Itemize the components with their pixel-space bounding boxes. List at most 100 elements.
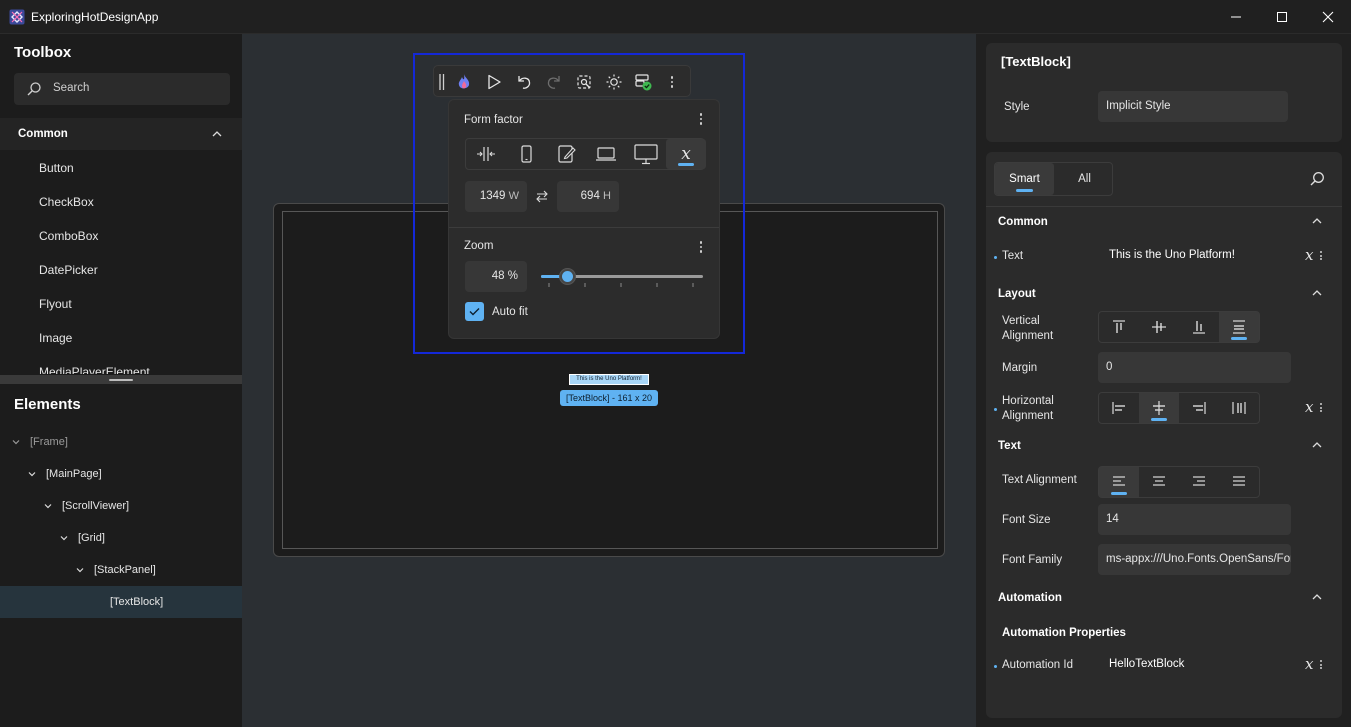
drag-handle-icon[interactable] [439, 74, 445, 90]
window-title: ExploringHotDesignApp [31, 10, 159, 24]
phone-icon [521, 145, 532, 163]
width-input[interactable]: 1349 W [465, 181, 527, 212]
text-align-justify-button[interactable] [1219, 467, 1259, 497]
automation-id-value[interactable]: HelloTextBlock [1109, 658, 1184, 670]
tree-item-frame[interactable]: [Frame] [0, 426, 242, 458]
toolbox-category-common[interactable]: Common [0, 118, 242, 150]
binding-x-icon[interactable]: x [1305, 398, 1313, 416]
chevron-down-icon[interactable] [76, 554, 86, 586]
valign-bottom-button[interactable] [1179, 312, 1219, 342]
close-button[interactable] [1305, 0, 1351, 34]
automation-properties-label: Automation Properties [1002, 627, 1126, 639]
more-options-icon[interactable] [670, 76, 674, 88]
form-factor-custom-button[interactable]: x [666, 139, 706, 169]
tab-smart[interactable]: Smart [995, 163, 1054, 195]
element-header-card: [TextBlock] Style Implicit Style [986, 43, 1342, 142]
undo-icon[interactable] [516, 74, 532, 90]
chevron-down-icon[interactable] [44, 490, 54, 522]
halign-left-button[interactable] [1099, 393, 1139, 423]
server-status-icon[interactable] [634, 73, 652, 91]
chevron-up-icon[interactable] [1311, 439, 1323, 451]
binding-x-icon[interactable]: x [1305, 655, 1313, 673]
toolbox-item-combobox[interactable]: ComboBox [0, 220, 196, 252]
zoom-more-icon[interactable] [699, 241, 703, 253]
redo-icon[interactable] [546, 74, 562, 90]
zoom-label: Zoom [464, 240, 494, 252]
height-input[interactable]: 694 H [557, 181, 619, 212]
checkmark-icon [469, 308, 480, 316]
property-more-icon[interactable] [1319, 403, 1323, 412]
properties-card: Smart All Common Text This is the Uno Pl… [986, 152, 1342, 718]
minimize-button[interactable] [1213, 0, 1259, 34]
chevron-down-icon[interactable] [60, 522, 70, 554]
align-top-icon [1113, 320, 1125, 333]
toolbox-item-mediaplayerelement[interactable]: MediaPlayerElement [0, 356, 196, 374]
valign-center-button[interactable] [1139, 312, 1179, 342]
autofit-checkbox[interactable] [465, 302, 484, 321]
halign-right-button[interactable] [1179, 393, 1219, 423]
form-factor-laptop-button[interactable] [586, 139, 626, 169]
halign-center-button[interactable] [1139, 393, 1179, 423]
property-more-icon[interactable] [1319, 660, 1323, 669]
modified-indicator [994, 256, 997, 259]
elements-tree: [Frame] [MainPage] [ScrollViewer] [Grid]… [0, 426, 242, 626]
valign-stretch-button[interactable] [1219, 312, 1259, 342]
tree-item-stackpanel[interactable]: [StackPanel] [0, 554, 242, 586]
toolbox-search-input[interactable]: Search [14, 73, 230, 105]
text-align-right-button[interactable] [1179, 467, 1219, 497]
title-bar: ExploringHotDesignApp [0, 0, 1351, 34]
tree-item-mainpage[interactable]: [MainPage] [0, 458, 242, 490]
form-factor-tablet-button[interactable] [546, 139, 586, 169]
form-factor-phone-button[interactable] [506, 139, 546, 169]
element-picker-icon[interactable] [576, 74, 592, 90]
form-factor-selector: x [465, 138, 706, 170]
toolbox-item-datepicker[interactable]: DatePicker [0, 254, 196, 286]
chevron-up-icon[interactable] [1311, 287, 1323, 299]
maximize-button[interactable] [1259, 0, 1305, 34]
zoom-slider[interactable] [541, 268, 703, 288]
valign-top-button[interactable] [1099, 312, 1139, 342]
width-value: 1349 [479, 190, 506, 202]
tab-all[interactable]: All [1055, 163, 1114, 195]
play-icon[interactable] [486, 74, 502, 90]
property-more-icon[interactable] [1319, 251, 1323, 260]
tree-item-scrollviewer[interactable]: [ScrollViewer] [0, 490, 242, 522]
toolbox-item-flyout[interactable]: Flyout [0, 288, 196, 320]
style-label: Style [1004, 101, 1030, 113]
chevron-down-icon[interactable] [12, 426, 22, 458]
zoom-input[interactable]: 48 % [465, 261, 527, 292]
hot-design-flame-icon[interactable] [456, 73, 472, 91]
swap-dimensions-icon[interactable] [535, 189, 549, 203]
theme-sun-icon[interactable] [606, 74, 622, 90]
form-factor-desktop-button[interactable] [626, 139, 666, 169]
font-family-field[interactable]: ms-appx:///Uno.Fonts.OpenSans/Fonts/Open… [1098, 544, 1291, 575]
chevron-up-icon[interactable] [1311, 591, 1323, 603]
form-factor-fit-button[interactable] [466, 139, 506, 169]
form-factor-more-icon[interactable] [699, 113, 703, 125]
toolbox-item-checkbox[interactable]: CheckBox [0, 186, 196, 218]
font-family-label: Font Family [1002, 554, 1063, 566]
text-align-left-button[interactable] [1099, 467, 1139, 497]
search-icon [27, 82, 41, 96]
font-size-field[interactable]: 14 [1098, 504, 1291, 535]
selected-textblock[interactable]: This is the Uno Platform! [569, 374, 649, 385]
text-align-center-button[interactable] [1139, 467, 1179, 497]
horizontal-alignment-label: Horizontal Alignment [1002, 395, 1054, 422]
text-align-center-icon [1153, 476, 1165, 486]
text-value[interactable]: This is the Uno Platform! [1109, 249, 1235, 261]
toolbox-item-button[interactable]: Button [0, 152, 196, 184]
chevron-down-icon[interactable] [28, 458, 38, 490]
fit-width-icon [477, 147, 495, 161]
chevron-up-icon[interactable] [1311, 215, 1323, 227]
tree-item-grid[interactable]: [Grid] [0, 522, 242, 554]
style-field[interactable]: Implicit Style [1098, 91, 1288, 122]
align-middle-icon [1152, 321, 1166, 333]
properties-tabs: Smart All [994, 162, 1113, 196]
toolbox-item-image[interactable]: Image [0, 322, 196, 354]
panel-splitter[interactable] [0, 375, 242, 384]
tree-item-textblock[interactable]: [TextBlock] [0, 586, 242, 618]
margin-field[interactable]: 0 [1098, 352, 1291, 383]
search-icon[interactable] [1309, 171, 1325, 187]
binding-x-icon[interactable]: x [1305, 246, 1313, 264]
halign-stretch-button[interactable] [1219, 393, 1259, 423]
